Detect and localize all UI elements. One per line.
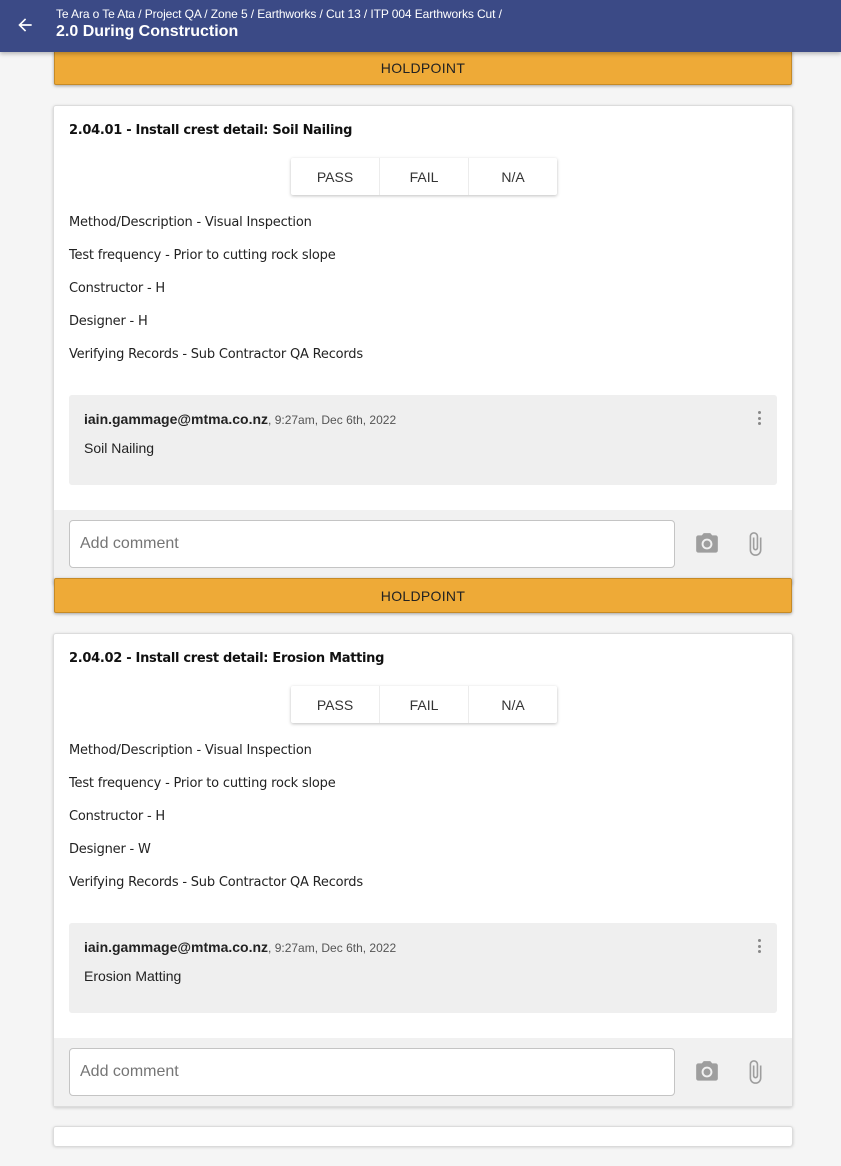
constructor: Constructor - H — [69, 281, 165, 296]
test-frequency: Test frequency - Prior to cutting rock s… — [69, 248, 336, 263]
page-title: 2.0 During Construction — [56, 23, 239, 40]
arrow-left-icon — [18, 18, 32, 32]
inspection-card-next — [53, 1126, 793, 1146]
comment-text: Erosion Matting — [84, 968, 182, 984]
item-title: 2.04.01 - Install crest detail: Soil Nai… — [69, 123, 353, 138]
comment-timestamp: , 9:27am, Dec 6th, 2022 — [268, 941, 397, 955]
holdpoint-button[interactable]: HOLDPOINT — [54, 578, 792, 613]
na-button[interactable]: N/A — [469, 686, 557, 723]
pass-button[interactable]: PASS — [291, 158, 380, 195]
breadcrumb[interactable]: Te Ara o Te Ata / Project QA / Zone 5 / … — [56, 7, 502, 21]
verifying-records: Verifying Records - Sub Contractor QA Re… — [69, 875, 363, 890]
more-vert-icon[interactable] — [755, 937, 763, 955]
add-comment-input[interactable] — [69, 520, 675, 568]
result-toggle: PASS FAIL N/A — [291, 158, 557, 195]
designer: Designer - H — [69, 314, 148, 329]
comment-entry: iain.gammage@mtma.co.nz, 9:27am, Dec 6th… — [69, 923, 777, 1013]
verifying-records: Verifying Records - Sub Contractor QA Re… — [69, 347, 363, 362]
method-description: Method/Description - Visual Inspection — [69, 743, 312, 758]
result-toggle: PASS FAIL N/A — [291, 686, 557, 723]
comment-footer — [54, 1038, 792, 1106]
back-button[interactable] — [12, 12, 38, 38]
add-comment-input[interactable] — [69, 1048, 675, 1096]
constructor: Constructor - H — [69, 809, 165, 824]
item-title: 2.04.02 - Install crest detail: Erosion … — [69, 651, 385, 666]
na-button[interactable]: N/A — [469, 158, 557, 195]
test-frequency: Test frequency - Prior to cutting rock s… — [69, 776, 336, 791]
inspection-card: 2.04.01 - Install crest detail: Soil Nai… — [53, 105, 793, 585]
comment-text: Soil Nailing — [84, 440, 155, 456]
holdpoint-button-top[interactable]: HOLDPOINT — [54, 50, 792, 85]
camera-icon[interactable] — [693, 530, 721, 558]
inspection-card: 2.04.02 - Install crest detail: Erosion … — [53, 633, 793, 1107]
more-vert-icon[interactable] — [755, 409, 763, 427]
method-description: Method/Description - Visual Inspection — [69, 215, 312, 230]
paperclip-icon[interactable] — [741, 530, 769, 558]
comment-footer — [54, 510, 792, 578]
comment-timestamp: , 9:27am, Dec 6th, 2022 — [268, 413, 397, 427]
camera-icon[interactable] — [693, 1058, 721, 1086]
paperclip-icon[interactable] — [741, 1058, 769, 1086]
comment-entry: iain.gammage@mtma.co.nz, 9:27am, Dec 6th… — [69, 395, 777, 485]
app-bar: Te Ara o Te Ata / Project QA / Zone 5 / … — [0, 0, 841, 52]
fail-button[interactable]: FAIL — [380, 686, 469, 723]
fail-button[interactable]: FAIL — [380, 158, 469, 195]
comment-author: iain.gammage@mtma.co.nz — [84, 939, 269, 955]
comment-author: iain.gammage@mtma.co.nz — [84, 411, 269, 427]
designer: Designer - W — [69, 842, 151, 857]
pass-button[interactable]: PASS — [291, 686, 380, 723]
